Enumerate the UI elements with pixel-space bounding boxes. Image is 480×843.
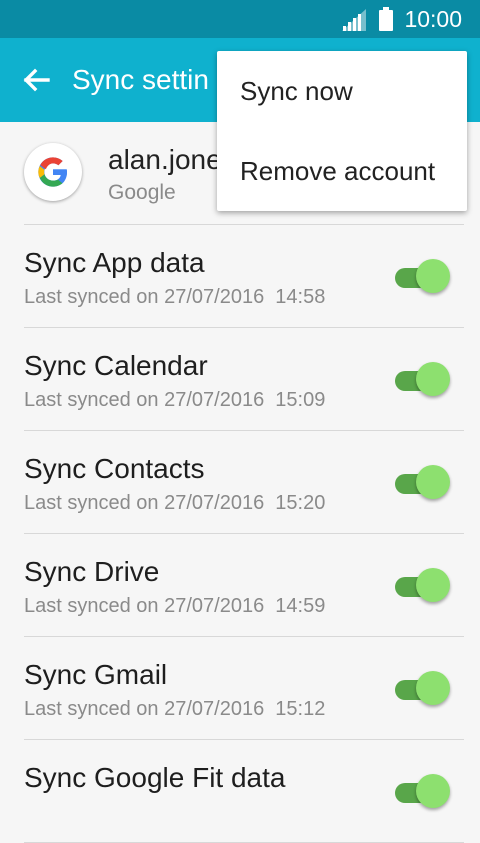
sync-item-google-fit[interactable]: Sync Google Fit data xyxy=(24,740,464,843)
sync-item-title: Sync Contacts xyxy=(24,453,205,484)
page-title: Sync settin xyxy=(72,64,209,95)
sync-toggle[interactable] xyxy=(395,567,453,607)
account-email: alan.jone xyxy=(108,144,222,175)
sync-toggle[interactable] xyxy=(395,773,453,813)
sync-item-drive[interactable]: Sync Drive Last synced on 27/07/2016 14:… xyxy=(24,534,464,637)
menu-item-sync-now[interactable]: Sync now xyxy=(217,51,467,131)
sync-item-subtitle: Last synced on 27/07/2016 15:20 xyxy=(24,492,326,514)
status-bar: 10:00 xyxy=(0,0,480,38)
sync-item-title: Sync Calendar xyxy=(24,350,208,381)
menu-item-label: Sync now xyxy=(240,76,353,106)
sync-item-subtitle: Last synced on 27/07/2016 14:59 xyxy=(24,595,326,617)
sync-toggle[interactable] xyxy=(395,258,453,298)
account-type: Google xyxy=(108,181,176,204)
sync-item-calendar[interactable]: Sync Calendar Last synced on 27/07/2016 … xyxy=(24,328,464,431)
menu-item-remove-account[interactable]: Remove account xyxy=(217,131,467,211)
menu-item-label: Remove account xyxy=(240,156,436,186)
sync-item-subtitle: Last synced on 27/07/2016 15:12 xyxy=(24,698,326,720)
sync-item-title: Sync Drive xyxy=(24,556,160,587)
sync-toggle[interactable] xyxy=(395,464,453,504)
sync-toggle[interactable] xyxy=(395,361,453,401)
sync-item-contacts[interactable]: Sync Contacts Last synced on 27/07/2016 … xyxy=(24,431,464,534)
sync-item-title: Sync Gmail xyxy=(24,659,168,690)
status-time: 10:00 xyxy=(404,6,462,32)
sync-toggle[interactable] xyxy=(395,670,453,710)
sync-item-title: Sync App data xyxy=(24,247,205,278)
signal-icon xyxy=(342,9,366,31)
battery-icon xyxy=(379,7,393,31)
sync-item-app-data[interactable]: Sync App data Last synced on 27/07/2016 … xyxy=(24,225,464,328)
sync-item-subtitle: Last synced on 27/07/2016 14:58 xyxy=(24,286,326,308)
sync-item-gmail[interactable]: Sync Gmail Last synced on 27/07/2016 15:… xyxy=(24,637,464,740)
overflow-menu: Sync now Remove account xyxy=(217,51,467,211)
sync-item-subtitle: Last synced on 27/07/2016 15:09 xyxy=(24,389,326,411)
sync-item-title: Sync Google Fit data xyxy=(24,762,286,793)
google-icon xyxy=(38,157,67,187)
sync-list: Sync App data Last synced on 27/07/2016 … xyxy=(0,225,480,843)
back-arrow-icon[interactable] xyxy=(20,64,52,96)
avatar xyxy=(24,143,82,201)
